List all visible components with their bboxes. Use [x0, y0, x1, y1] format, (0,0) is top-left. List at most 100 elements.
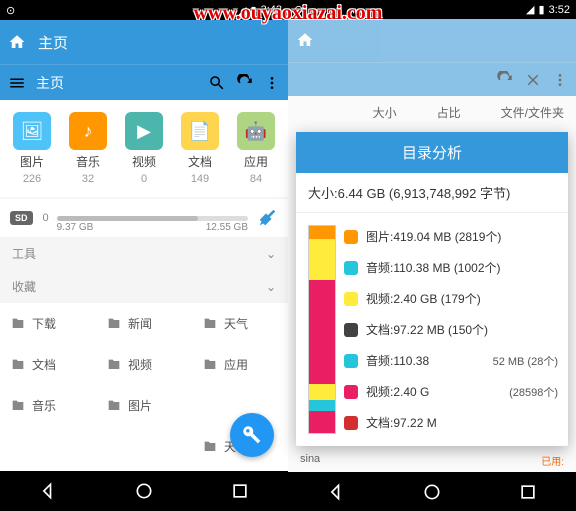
folder-icon — [202, 439, 218, 455]
sd-zero: 0 — [43, 212, 49, 224]
home-button[interactable] — [134, 481, 154, 501]
favorite-item[interactable]: 音乐 — [0, 385, 96, 426]
category-count: 84 — [250, 173, 262, 185]
favorite-item[interactable]: 下载 — [0, 303, 96, 344]
right-content: 大小 占比 文件/文件夹 目录分析 大小:6.44 GB (6,913,748,… — [288, 96, 576, 472]
favorite-item[interactable]: 应用 — [192, 344, 288, 385]
debug-icon: ⊙ — [6, 4, 15, 17]
tab-home[interactable]: 主页 — [36, 73, 64, 93]
favorite-item[interactable]: 新闻 — [96, 303, 192, 344]
recent-button[interactable] — [518, 482, 538, 502]
folder-icon — [106, 357, 122, 373]
legend-item[interactable]: 音频:110.38 MB (1002个) — [340, 252, 560, 283]
legend-item[interactable]: 文档:97.22 M — [340, 407, 560, 438]
col-ratio[interactable]: 占比 — [437, 104, 461, 121]
wifi-icon: ◢ — [238, 4, 246, 17]
chart-legend: 图片:419.04 MB (2819个) 音频:110.38 MB (1002个… — [340, 221, 560, 438]
back-button[interactable] — [38, 481, 58, 501]
storage-card[interactable]: SD 0 9.37 GB 12.55 GB — [0, 199, 288, 237]
favorite-label: 图片 — [128, 397, 152, 414]
folder-icon — [106, 316, 122, 332]
tools-header[interactable]: 工具⌄ — [0, 237, 288, 270]
home-button[interactable] — [422, 482, 442, 502]
back-button[interactable] — [326, 482, 346, 502]
signal-icon: ▮ — [539, 3, 545, 16]
category-文档[interactable]: 📄 文档 149 — [181, 112, 219, 185]
col-size[interactable]: 大小 — [373, 104, 397, 121]
legend-item[interactable]: 文档:97.22 MB (150个) — [340, 314, 560, 345]
category-应用[interactable]: 🤖 应用 84 — [237, 112, 275, 185]
fab-tools[interactable] — [230, 413, 274, 457]
legend-item[interactable]: 图片:419.04 MB (2819个) — [340, 221, 560, 252]
legend-item[interactable]: 音频:110.38 52 MB (28个) — [340, 345, 560, 376]
legend-text: 图片:419.04 MB (2819个) — [366, 228, 501, 245]
category-label: 图片 — [20, 153, 44, 170]
category-图片[interactable]: 🖼 图片 226 — [13, 112, 51, 185]
col-files[interactable]: 文件/文件夹 — [501, 104, 564, 121]
category-icon: 🖼 — [13, 112, 51, 150]
storage-used: 9.37 GB — [57, 222, 94, 233]
category-label: 文档 — [188, 153, 212, 170]
category-row: 🖼 图片 226 ♪ 音乐 32 ▶ 视频 0 📄 文档 149 🤖 应用 84 — [0, 100, 288, 197]
chevron-down-icon: ⌄ — [266, 280, 276, 294]
category-音乐[interactable]: ♪ 音乐 32 — [69, 112, 107, 185]
favorite-label: 新闻 — [128, 315, 152, 332]
more-icon[interactable] — [264, 75, 280, 91]
refresh-icon[interactable] — [236, 74, 254, 92]
left-screen: ⊙ ◢ ▮ 3:42 主页 主页 🖼 图片 226 ♪ 音乐 32 ▶ 视频 0… — [0, 0, 288, 511]
favorite-item[interactable]: 图片 — [96, 385, 192, 426]
app-bar: 主页 — [0, 20, 288, 64]
recent-button[interactable] — [230, 481, 250, 501]
analysis-dialog: 目录分析 大小:6.44 GB (6,913,748,992 字节) 图片:41… — [296, 132, 568, 446]
chart-segment — [309, 239, 335, 280]
favorite-item[interactable]: 天气 — [192, 303, 288, 344]
legend-swatch — [344, 230, 358, 244]
favorite-label: 天气 — [224, 315, 248, 332]
category-icon: ♪ — [69, 112, 107, 150]
folder-icon — [202, 357, 218, 373]
refresh-icon — [496, 71, 514, 89]
status-bar: ⊙ ◢ ▮ 3:52 — [288, 0, 576, 19]
legend-swatch — [344, 385, 358, 399]
search-icon[interactable] — [208, 74, 226, 92]
favorite-item — [96, 426, 192, 467]
favorite-label: 下载 — [32, 315, 56, 332]
category-count: 226 — [23, 173, 41, 185]
sd-badge: SD — [10, 211, 33, 225]
clean-icon[interactable] — [256, 207, 278, 229]
tab-bar: 主页 — [0, 64, 288, 100]
legend-item[interactable]: 视频:2.40 G (28598个) — [340, 376, 560, 407]
nav-bar — [0, 471, 288, 511]
chart-segment — [309, 280, 335, 384]
favorite-item[interactable]: 文档 — [0, 344, 96, 385]
chart-segment — [309, 411, 335, 434]
category-count: 149 — [191, 173, 209, 185]
home-icon[interactable] — [8, 33, 26, 51]
dialog-title: 目录分析 — [296, 132, 568, 173]
tab-bar-dim — [288, 62, 576, 97]
legend-text: 文档:97.22 MB (150个) — [366, 321, 488, 338]
favorite-label: 视频 — [128, 356, 152, 373]
legend-item[interactable]: 视频:2.40 GB (179个) — [340, 283, 560, 314]
favorite-label: 音乐 — [32, 397, 56, 414]
legend-swatch — [344, 292, 358, 306]
legend-swatch — [344, 261, 358, 275]
menu-icon[interactable] — [8, 74, 26, 92]
category-count: 0 — [141, 173, 147, 185]
stacked-bar-chart — [308, 225, 336, 434]
folder-icon — [10, 398, 26, 414]
favorite-item[interactable]: 视频 — [96, 344, 192, 385]
category-count: 32 — [82, 173, 94, 185]
wifi-icon: ◢ — [526, 3, 534, 16]
legend-text: 音频:110.38 MB (1002个) — [366, 259, 501, 276]
signal-icon: ▮ — [251, 4, 257, 17]
favorites-header[interactable]: 收藏⌄ — [0, 270, 288, 303]
chart-segment — [309, 400, 335, 410]
status-bar: ⊙ ◢ ▮ 3:42 — [0, 0, 288, 20]
legend-swatch — [344, 354, 358, 368]
category-icon: 📄 — [181, 112, 219, 150]
more-icon — [552, 72, 568, 88]
bg-row: sina已用: — [288, 449, 576, 472]
category-视频[interactable]: ▶ 视频 0 — [125, 112, 163, 185]
category-label: 应用 — [244, 153, 268, 170]
